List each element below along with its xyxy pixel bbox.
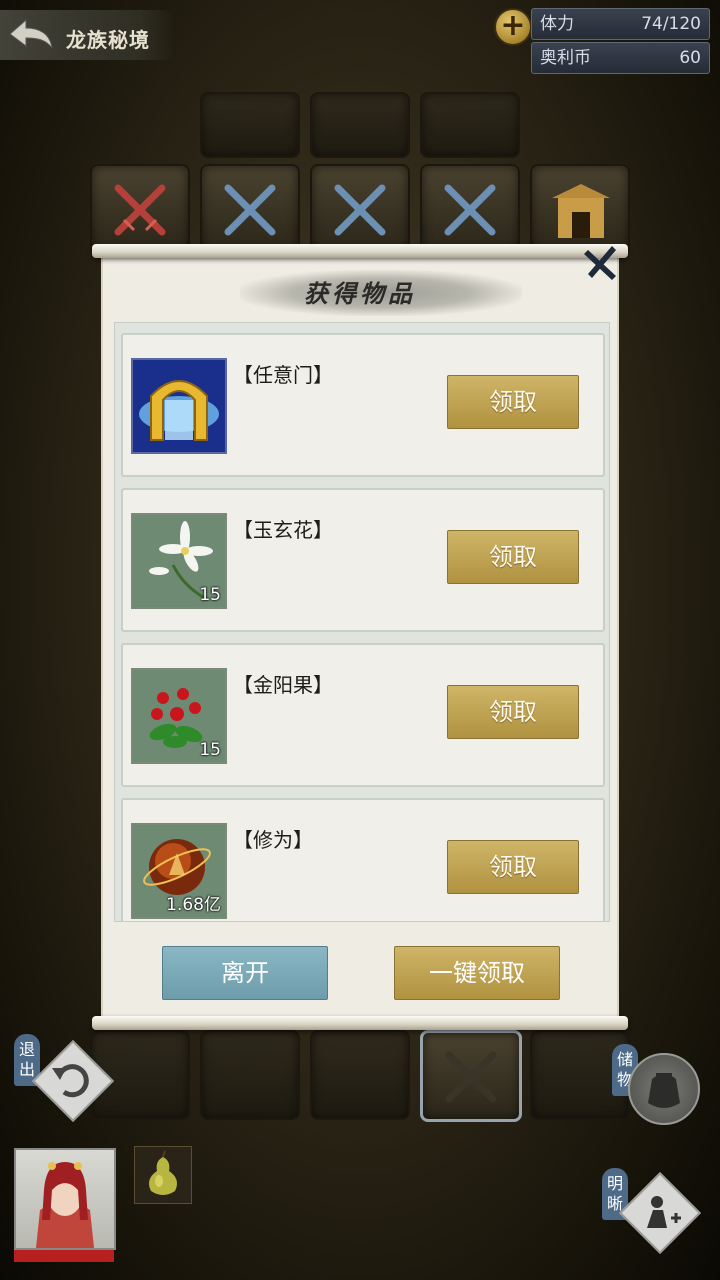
claim-button[interactable]: 领取 bbox=[447, 685, 579, 739]
golden-gate-icon bbox=[131, 358, 227, 454]
scroll-roller-bottom bbox=[92, 1016, 628, 1030]
list-item: 【任意门】 领取 bbox=[121, 333, 605, 477]
list-item: 15 【玉玄花】 领取 bbox=[121, 488, 605, 632]
clarity-button[interactable] bbox=[618, 1171, 702, 1255]
close-button[interactable] bbox=[582, 244, 622, 284]
claim-all-button[interactable]: 一键领取 bbox=[394, 946, 560, 1000]
board-tile[interactable] bbox=[200, 1030, 300, 1120]
board-tile[interactable] bbox=[310, 92, 410, 158]
crossed-swords-icon bbox=[114, 184, 166, 236]
currency-bar: 奥利币 60 bbox=[531, 42, 710, 74]
pear-icon bbox=[149, 1150, 177, 1195]
currency-value: 60 bbox=[679, 48, 701, 68]
cultivation-orb-icon: 1.68亿 bbox=[131, 823, 227, 919]
figure-plus-icon bbox=[647, 1196, 681, 1228]
claim-button[interactable]: 领取 bbox=[447, 530, 579, 584]
storage-button[interactable] bbox=[628, 1053, 700, 1125]
board-tile-gate[interactable] bbox=[530, 164, 630, 254]
back-button[interactable] bbox=[6, 16, 56, 56]
board-tile[interactable] bbox=[310, 1030, 410, 1120]
scroll-roller-top bbox=[92, 244, 628, 258]
close-icon bbox=[584, 246, 616, 280]
white-flower-icon: 15 bbox=[131, 513, 227, 609]
item-quantity: 15 bbox=[199, 585, 221, 605]
page-title: 龙族秘境 bbox=[66, 28, 150, 52]
item-name: 【任意门】 bbox=[233, 363, 333, 387]
back-arrow-icon bbox=[9, 18, 53, 49]
board-tile[interactable] bbox=[420, 92, 520, 158]
add-stamina-button[interactable]: + bbox=[494, 8, 532, 46]
bag-icon bbox=[648, 1073, 680, 1108]
health-bar bbox=[14, 1250, 114, 1262]
pavilion-gate-icon bbox=[552, 184, 610, 238]
crossed-swords-icon bbox=[445, 1051, 497, 1103]
character-portrait[interactable] bbox=[14, 1148, 116, 1250]
item-name: 【修为】 bbox=[233, 828, 313, 852]
avatar bbox=[36, 1162, 94, 1248]
dialog-title: 获得物品 bbox=[304, 279, 416, 308]
claim-button[interactable]: 领取 bbox=[447, 375, 579, 429]
item-name: 【金阳果】 bbox=[233, 673, 333, 697]
reward-list[interactable]: 【任意门】 领取 15 【玉玄花】 领取 15 【金阳果】 领取 1.68亿 【… bbox=[114, 322, 610, 922]
item-quantity: 1.68亿 bbox=[166, 895, 221, 915]
board-tile-selected[interactable] bbox=[420, 1030, 522, 1122]
stamina-bar: 体力 74/120 bbox=[531, 8, 710, 40]
claim-button[interactable]: 领取 bbox=[447, 840, 579, 894]
crossed-swords-icon bbox=[334, 184, 386, 236]
board-tile-crossed-swords[interactable] bbox=[420, 164, 520, 254]
item-quantity: 15 bbox=[199, 740, 221, 760]
stamina-value: 74/120 bbox=[641, 14, 701, 34]
board-tile-crossed-swords-red[interactable] bbox=[90, 164, 190, 254]
red-berry-icon: 15 bbox=[131, 668, 227, 764]
quick-item-slot[interactable] bbox=[134, 1146, 192, 1204]
currency-label: 奥利币 bbox=[540, 48, 591, 68]
crossed-swords-icon bbox=[444, 184, 496, 236]
board-tile-crossed-swords[interactable] bbox=[200, 164, 300, 254]
board-tile-crossed-swords[interactable] bbox=[310, 164, 410, 254]
crossed-swords-icon bbox=[224, 184, 276, 236]
stamina-label: 体力 bbox=[540, 14, 574, 34]
undo-arrow-icon bbox=[52, 1064, 89, 1098]
leave-button[interactable]: 离开 bbox=[162, 946, 328, 1000]
item-name: 【玉玄花】 bbox=[233, 518, 333, 542]
list-item: 15 【金阳果】 领取 bbox=[121, 643, 605, 787]
board-tile[interactable] bbox=[200, 92, 300, 158]
list-item: 1.68亿 【修为】 领取 bbox=[121, 798, 605, 921]
